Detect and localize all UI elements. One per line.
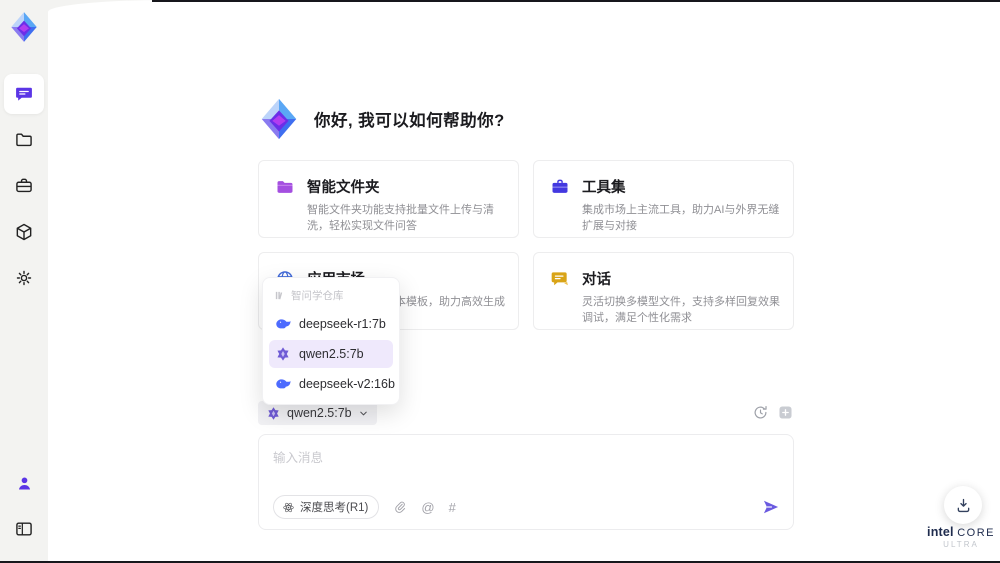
assistant-logo-icon — [256, 96, 302, 142]
card-title: 对话 — [582, 272, 611, 288]
model-option-qwen[interactable]: qwen2.5:7b — [269, 340, 393, 368]
library-icon — [275, 291, 283, 300]
model-menu-header: 智问学仓库 — [269, 284, 393, 308]
new-chat-button[interactable] — [777, 404, 794, 421]
plus-square-icon — [779, 406, 792, 419]
model-selector-value: qwen2.5:7b — [287, 406, 352, 420]
deepseek-icon — [275, 316, 291, 332]
card-dialogue[interactable]: 对话 灵活切换多模型文件，支持多样回复效果调试，满足个性化需求 — [533, 252, 794, 330]
send-icon — [763, 500, 779, 514]
deep-think-toggle[interactable]: 深度思考(R1) — [273, 495, 380, 519]
atom-icon — [283, 502, 294, 512]
intel-core-badge: intel core ultra — [922, 525, 1000, 549]
deep-think-label: 深度思考(R1) — [300, 502, 369, 514]
greeting: 你好, 我可以如何帮助你? — [256, 96, 505, 142]
deepseek-icon — [275, 376, 291, 392]
chat-icon — [16, 87, 32, 101]
cube-icon — [16, 223, 32, 241]
card-desc: 智能文件夹功能支持批量文件上传与清洗，轻松实现文件问答 — [307, 204, 494, 232]
ultra-wordmark: ultra — [943, 540, 979, 549]
prompt-library-button[interactable]: # — [449, 500, 456, 515]
folder-icon — [16, 133, 32, 147]
sidebar-item-market[interactable] — [4, 212, 44, 252]
card-title: 工具集 — [582, 180, 626, 196]
download-button[interactable] — [944, 486, 982, 524]
sidebar-item-collapse[interactable] — [4, 509, 44, 549]
history-icon — [754, 405, 767, 419]
model-option-deepseek-v2[interactable]: deepseek-v2:16b — [269, 370, 395, 398]
qwen-icon — [266, 406, 281, 421]
user-icon — [18, 476, 30, 489]
qwen-icon — [275, 346, 291, 362]
sidebar-item-settings[interactable] — [4, 258, 44, 298]
card-desc: 集成市场上主流工具，助力AI与外界无缝扩展与对接 — [582, 204, 780, 232]
window-top-edge — [152, 0, 1000, 2]
app-logo-icon — [7, 10, 41, 44]
dialogue-icon — [550, 269, 570, 289]
composer-toolbar: 深度思考(R1) @ # — [273, 495, 781, 519]
intel-wordmark: intel — [927, 525, 954, 539]
model-option-deepseek-r1[interactable]: deepseek-r1:7b — [269, 310, 393, 338]
sidebar-item-account[interactable] — [4, 463, 44, 503]
sidebar-item-chat[interactable] — [4, 74, 44, 114]
paperclip-icon — [395, 501, 406, 513]
core-wordmark: core — [957, 527, 995, 539]
mention-button[interactable]: @ — [421, 500, 434, 515]
toolset-icon — [550, 177, 570, 197]
briefcase-icon — [16, 178, 32, 193]
history-button[interactable] — [752, 404, 769, 421]
smart-folder-icon — [275, 177, 295, 197]
sidebar — [0, 0, 48, 563]
sidebar-item-folders[interactable] — [4, 120, 44, 160]
panel-toggle-icon — [16, 522, 32, 536]
greeting-title: 你好, 我可以如何帮助你? — [314, 112, 505, 130]
chevron-down-icon — [359, 411, 367, 415]
send-button[interactable] — [761, 497, 781, 517]
gear-icon — [16, 270, 32, 286]
attach-file-button[interactable] — [393, 500, 407, 514]
sidebar-item-toolset[interactable] — [4, 166, 44, 206]
card-toolset[interactable]: 工具集 集成市场上主流工具，助力AI与外界无缝扩展与对接 — [533, 160, 794, 238]
download-icon — [957, 498, 969, 512]
card-desc: 灵活切换多模型文件，支持多样回复效果调试，满足个性化需求 — [582, 296, 780, 324]
card-smart-folder[interactable]: 智能文件夹 智能文件夹功能支持批量文件上传与清洗，轻松实现文件问答 — [258, 160, 519, 238]
card-title: 智能文件夹 — [307, 180, 380, 196]
composer: 深度思考(R1) @ # — [258, 434, 794, 530]
app-window: 你好, 我可以如何帮助你? 智能文件夹 智能文件夹功能支持批量文件上传与清洗，轻… — [0, 0, 1000, 563]
model-dropdown-menu: 智问学仓库 deepseek-r1:7b qwen2.5:7b deepseek… — [262, 277, 400, 405]
message-input[interactable] — [259, 435, 793, 487]
